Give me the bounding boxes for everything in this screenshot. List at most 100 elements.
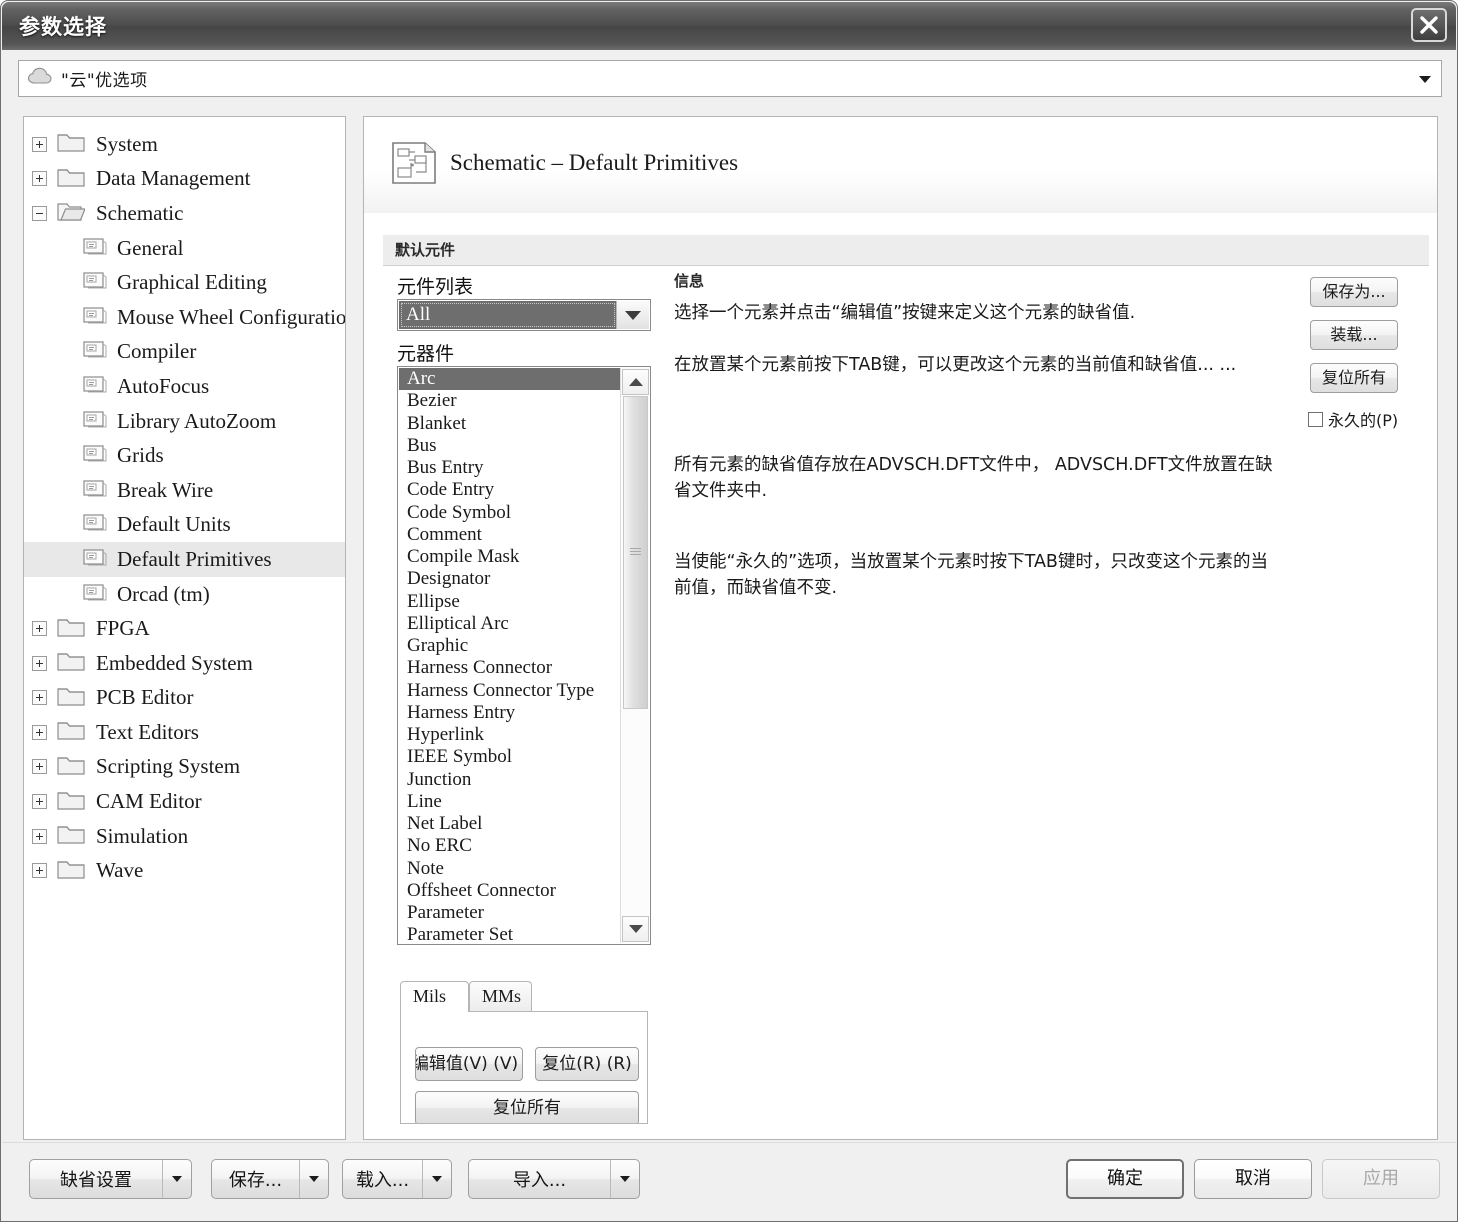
permanent-checkbox-row[interactable]: 永久的(P): [1308, 407, 1398, 431]
load-button[interactable]: 装载...: [1310, 320, 1398, 350]
cloud-preferences-combo[interactable]: "云"优选项: [18, 60, 1442, 97]
expand-icon[interactable]: [32, 863, 47, 879]
list-item[interactable]: Arc: [399, 368, 621, 391]
tree-item-fpga[interactable]: FPGA: [24, 611, 345, 646]
page-icon: [83, 583, 107, 606]
list-item[interactable]: Designator: [399, 568, 621, 590]
page-title: Schematic – Default Primitives: [450, 150, 739, 175]
tree-item-text-editors[interactable]: Text Editors: [24, 715, 345, 750]
expand-icon[interactable]: [32, 794, 47, 810]
tree-item-cam-editor[interactable]: CAM Editor: [24, 784, 345, 819]
reset-all-side-button[interactable]: 复位所有: [1310, 363, 1398, 393]
expand-icon[interactable]: [32, 724, 47, 740]
tree-item-compiler[interactable]: Compiler: [24, 335, 345, 370]
list-item[interactable]: Harness Connector Type: [399, 680, 621, 702]
tree-item-orcad-tm[interactable]: Orcad (tm): [24, 577, 345, 612]
tree-item-default-units[interactable]: Default Units: [24, 508, 345, 543]
chevron-down-icon[interactable]: [162, 1160, 191, 1198]
ok-button[interactable]: 确定: [1066, 1159, 1184, 1199]
scroll-up-icon[interactable]: [622, 369, 649, 395]
scrollbar-thumb[interactable]: [623, 396, 648, 709]
primitive-filter-value-field[interactable]: All: [399, 301, 617, 329]
list-item[interactable]: Bezier: [399, 390, 621, 412]
expand-icon[interactable]: [32, 655, 47, 671]
list-item[interactable]: Bus: [399, 435, 621, 457]
chevron-down-icon[interactable]: [422, 1160, 451, 1198]
list-item[interactable]: IEEE Symbol: [399, 746, 621, 768]
list-item[interactable]: Parameter Set: [399, 924, 621, 944]
list-item[interactable]: Compile Mask: [399, 546, 621, 568]
load-footer-button[interactable]: 载入...: [342, 1159, 452, 1199]
list-item[interactable]: Parameter: [399, 902, 621, 924]
cancel-button[interactable]: 取消: [1194, 1159, 1312, 1199]
expand-icon[interactable]: [32, 621, 47, 637]
list-item[interactable]: Code Entry: [399, 479, 621, 501]
tree-item-label: Orcad (tm): [117, 581, 210, 606]
expand-icon[interactable]: [32, 171, 47, 187]
list-item[interactable]: Hyperlink: [399, 724, 621, 746]
page-icon: [83, 271, 107, 294]
tree-item-simulation[interactable]: Simulation: [24, 819, 345, 854]
list-item[interactable]: Net Label: [399, 813, 621, 835]
reset-all-button[interactable]: 复位所有: [415, 1091, 639, 1123]
tree-item-autofocus[interactable]: AutoFocus: [24, 369, 345, 404]
tree-item-embedded-system[interactable]: Embedded System: [24, 646, 345, 681]
tab-mms[interactable]: MMs: [469, 981, 532, 1012]
chevron-down-icon[interactable]: [610, 1160, 639, 1198]
list-item[interactable]: Note: [399, 858, 621, 880]
primitive-filter-combo[interactable]: All: [397, 299, 651, 331]
cloud-icon: [27, 66, 53, 91]
list-item[interactable]: Comment: [399, 524, 621, 546]
chevron-down-icon[interactable]: [616, 301, 649, 329]
default-settings-button[interactable]: 缺省设置: [29, 1159, 192, 1199]
list-item[interactable]: Bus Entry: [399, 457, 621, 479]
tree-item-general[interactable]: General: [24, 231, 345, 266]
save-button[interactable]: 保存...: [211, 1159, 329, 1199]
chevron-down-icon[interactable]: [299, 1160, 328, 1198]
tree-item-pcb-editor[interactable]: PCB Editor: [24, 681, 345, 716]
tree-item-break-wire[interactable]: Break Wire: [24, 473, 345, 508]
tree-item-label: Break Wire: [117, 477, 214, 502]
tree-item-grids[interactable]: Grids: [24, 438, 345, 473]
tree-item-schematic[interactable]: Schematic: [24, 196, 345, 231]
list-item[interactable]: Code Symbol: [399, 502, 621, 524]
scroll-down-icon[interactable]: [622, 916, 649, 942]
collapse-icon[interactable]: [32, 205, 47, 221]
folder-icon: [57, 131, 85, 157]
list-item[interactable]: Ellipse: [399, 591, 621, 613]
list-item[interactable]: Graphic: [399, 635, 621, 657]
tree-item-default-primitives[interactable]: Default Primitives: [24, 542, 345, 577]
expand-icon[interactable]: [32, 136, 47, 152]
import-button[interactable]: 导入...: [468, 1159, 640, 1199]
tab-mils[interactable]: Mils: [400, 981, 469, 1012]
tree-item-graphical-editing[interactable]: Graphical Editing: [24, 265, 345, 300]
window-title: 参数选择: [19, 15, 107, 39]
primitive-listbox[interactable]: Arc Bezier Blanket Bus Bus Entry Code Entry Co…: [397, 366, 651, 945]
list-item[interactable]: No ERC: [399, 835, 621, 857]
dialog-footer: 缺省设置 保存... 载入... 导入... 确定 取消 应用: [2, 1142, 1456, 1220]
edit-value-button[interactable]: 编辑值(V) (V): [415, 1047, 523, 1081]
reset-button[interactable]: 复位(R) (R): [535, 1047, 639, 1081]
chevron-down-icon[interactable]: [1413, 67, 1437, 91]
tree-item-system[interactable]: System: [24, 127, 345, 162]
permanent-checkbox[interactable]: [1308, 411, 1323, 427]
close-icon[interactable]: [1411, 8, 1447, 42]
tree-item-library-autozoom[interactable]: Library AutoZoom: [24, 404, 345, 439]
list-item[interactable]: Line: [399, 791, 621, 813]
list-item[interactable]: Offsheet Connector: [399, 880, 621, 902]
tree-item-wave[interactable]: Wave: [24, 853, 345, 888]
expand-icon[interactable]: [32, 828, 47, 844]
save-as-button[interactable]: 保存为...: [1310, 277, 1398, 307]
expand-icon[interactable]: [32, 690, 47, 706]
preferences-tree[interactable]: System Data Management Schematic General Gra…: [23, 116, 346, 1140]
listbox-scrollbar[interactable]: [620, 368, 649, 943]
tree-item-mouse-wheel-configuration[interactable]: Mouse Wheel Configuration: [24, 300, 345, 335]
list-item[interactable]: Harness Connector: [399, 657, 621, 679]
list-item[interactable]: Junction: [399, 769, 621, 791]
tree-item-scripting-system[interactable]: Scripting System: [24, 750, 345, 785]
list-item[interactable]: Harness Entry: [399, 702, 621, 724]
expand-icon[interactable]: [32, 759, 47, 775]
list-item[interactable]: Blanket: [399, 413, 621, 435]
list-item[interactable]: Elliptical Arc: [399, 613, 621, 635]
tree-item-data-management[interactable]: Data Management: [24, 162, 345, 197]
